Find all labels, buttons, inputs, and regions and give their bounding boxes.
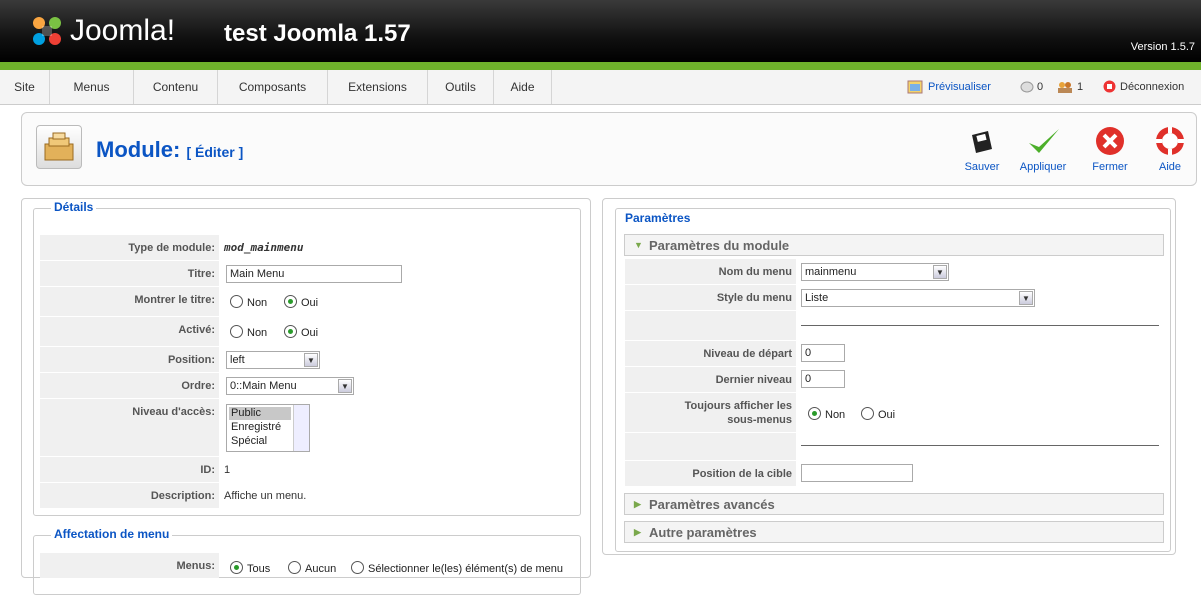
help-button[interactable]: Aide	[1139, 121, 1201, 181]
row-target-position: Position de la cible	[625, 461, 1163, 487]
users-count[interactable]: 1	[1077, 70, 1083, 104]
access-option-special[interactable]: Spécial	[229, 435, 291, 448]
chevron-down-icon: ▼	[933, 265, 947, 279]
right-column: Paramètres ▼ Paramètres du module Nom du…	[602, 198, 1176, 555]
chevron-down-icon: ▼	[304, 353, 318, 367]
menu-components[interactable]: Composants	[218, 70, 328, 104]
users-icon	[1058, 82, 1072, 93]
access-option-registered[interactable]: Enregistré	[229, 421, 291, 434]
menu-style-select[interactable]: Liste ▼	[801, 289, 1035, 307]
id-value: 1	[224, 464, 231, 476]
admin-header: Joomla! test Joomla 1.57 Version 1.5.7	[0, 0, 1201, 62]
menu-assignment-legend: Affectation de menu	[51, 527, 173, 541]
preview-link[interactable]: Prévisualiser	[928, 70, 991, 104]
menus-all-radio[interactable]	[230, 561, 243, 574]
start-level-input[interactable]: 0	[801, 344, 845, 362]
order-select[interactable]: 0::Main Menu ▼	[226, 377, 354, 395]
logout-icon	[1103, 80, 1116, 93]
messages-icon	[1020, 81, 1034, 93]
save-button[interactable]: Sauver	[951, 121, 1013, 181]
site-title: test Joomla 1.57	[224, 20, 411, 47]
target-position-input[interactable]	[801, 464, 913, 482]
menu-content[interactable]: Contenu	[134, 70, 218, 104]
row-order: Ordre: 0::Main Menu ▼	[40, 373, 576, 399]
always-show-yes-radio[interactable]	[861, 407, 874, 420]
menu-help[interactable]: Aide	[494, 70, 552, 104]
row-description: Description: Affiche un menu.	[40, 483, 576, 509]
triangle-right-icon: ▶	[634, 499, 641, 509]
always-show-no-radio[interactable]	[808, 407, 821, 420]
description-value: Affiche un menu.	[224, 490, 307, 502]
logout-link[interactable]: Déconnexion	[1120, 70, 1184, 104]
close-icon	[1096, 127, 1124, 155]
menus-none-radio[interactable]	[288, 561, 301, 574]
row-module-type: Type de module: mod_mainmenu	[40, 235, 576, 261]
show-title-yes-radio[interactable]	[284, 295, 297, 308]
row-position: Position: left ▼	[40, 347, 576, 373]
row-title: Titre: Main Menu	[40, 261, 576, 287]
module-icon	[36, 125, 82, 169]
title-input[interactable]: Main Menu	[226, 265, 402, 283]
help-icon	[1156, 127, 1184, 155]
version-label: Version 1.5.7	[1130, 41, 1195, 53]
advanced-params-panel-header[interactable]: ▶ Paramètres avancés	[624, 493, 1164, 515]
main-menu-bar: Site Menus Contenu Composants Extensions…	[0, 70, 1201, 105]
access-level-list[interactable]: Public Enregistré Spécial	[226, 404, 310, 452]
row-id: ID: 1	[40, 457, 576, 483]
row-menu-style: Style du menu Liste ▼	[625, 285, 1163, 311]
list-scrollbar[interactable]	[293, 405, 309, 451]
module-params-panel-header[interactable]: ▼ Paramètres du module	[624, 234, 1164, 256]
logo-text: Joomla!	[70, 14, 176, 47]
row-always-show-submenus: Toujours afficher les sous-menus Non Oui	[625, 393, 1163, 433]
row-menus: Menus: Tous Aucun Sélectionner le(les) é…	[40, 553, 576, 579]
details-legend: Détails	[51, 200, 97, 214]
params-legend: Paramètres	[622, 211, 694, 225]
page-title: Module: [ Éditer ]	[96, 137, 244, 162]
toolbar: Module: [ Éditer ] Sauver Appliquer Ferm…	[21, 112, 1197, 186]
menu-tools[interactable]: Outils	[428, 70, 494, 104]
row-active: Activé: Non Oui	[40, 317, 576, 347]
row-menu-name: Nom du menu mainmenu ▼	[625, 259, 1163, 285]
messages-count[interactable]: 0	[1037, 70, 1043, 104]
access-option-public[interactable]: Public	[229, 407, 291, 420]
joomla-logo-icon	[33, 17, 61, 45]
menu-menus[interactable]: Menus	[50, 70, 134, 104]
close-button[interactable]: Fermer	[1079, 121, 1141, 181]
checkmark-icon	[1029, 129, 1059, 153]
chevron-down-icon: ▼	[338, 379, 352, 393]
row-spacer-1	[625, 311, 1163, 341]
separator-line	[801, 325, 1159, 326]
row-access-level: Niveau d'accès: Public Enregistré Spécia…	[40, 399, 576, 457]
page-subtitle: [ Éditer ]	[186, 144, 244, 160]
menu-site[interactable]: Site	[0, 70, 50, 104]
row-end-level: Dernier niveau 0	[625, 367, 1163, 393]
show-title-no-radio[interactable]	[230, 295, 243, 308]
active-yes-radio[interactable]	[284, 325, 297, 338]
other-params-panel-header[interactable]: ▶ Autre paramètres	[624, 521, 1164, 543]
apply-button[interactable]: Appliquer	[1012, 121, 1074, 181]
position-select[interactable]: left ▼	[226, 351, 320, 369]
left-column: Détails Type de module: mod_mainmenu Tit…	[21, 198, 591, 595]
menus-select-radio[interactable]	[351, 561, 364, 574]
module-type-value: mod_mainmenu	[224, 241, 304, 254]
menu-name-select[interactable]: mainmenu ▼	[801, 263, 949, 281]
triangle-down-icon: ▼	[634, 240, 643, 250]
chevron-down-icon: ▼	[1019, 291, 1033, 305]
save-icon	[972, 131, 992, 153]
row-show-title: Montrer le titre: Non Oui	[40, 287, 576, 317]
end-level-input[interactable]: 0	[801, 370, 845, 388]
menu-extensions[interactable]: Extensions	[328, 70, 428, 104]
row-start-level: Niveau de départ 0	[625, 341, 1163, 367]
row-spacer-2	[625, 433, 1163, 461]
separator-line	[801, 445, 1159, 446]
triangle-right-icon: ▶	[634, 527, 641, 537]
active-no-radio[interactable]	[230, 325, 243, 338]
preview-icon	[907, 80, 923, 94]
header-accent-bar	[0, 62, 1201, 70]
